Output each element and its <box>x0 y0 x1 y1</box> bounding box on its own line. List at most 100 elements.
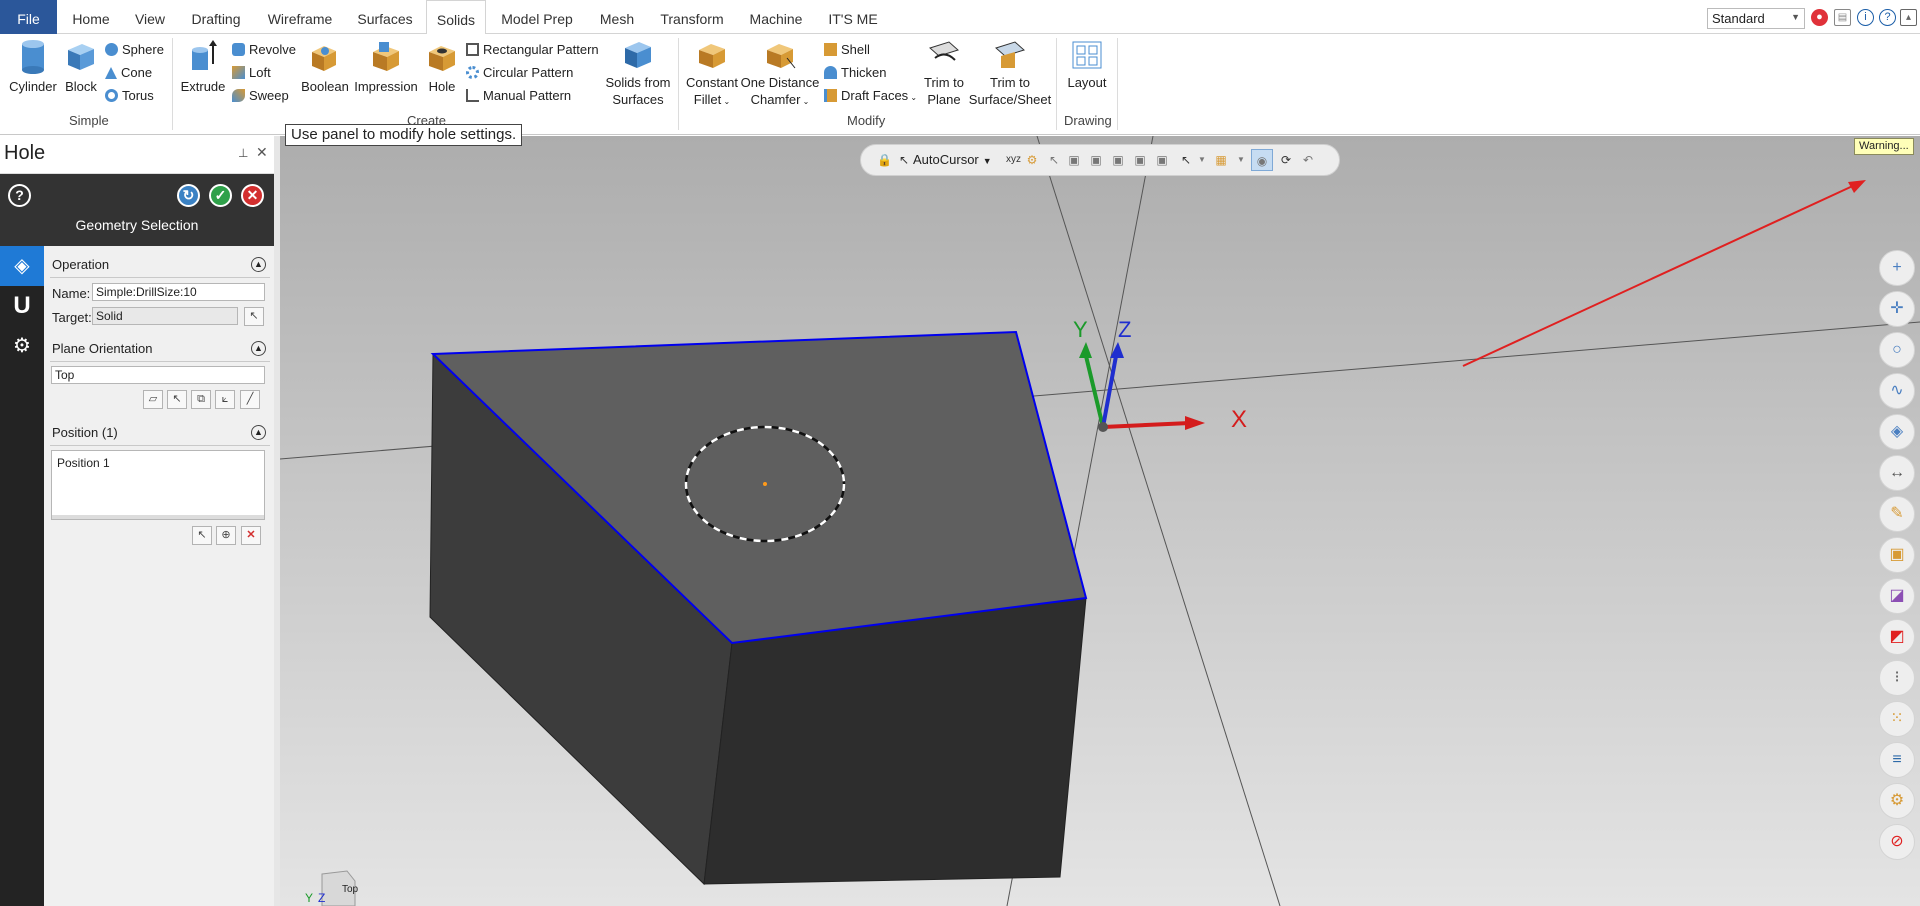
ruler-icon[interactable]: ✎ <box>1879 496 1915 532</box>
cancel-tool-icon[interactable]: ⊘ <box>1879 824 1915 860</box>
analyze-icon[interactable]: ✛ <box>1879 291 1915 327</box>
tab-its-me[interactable]: IT'S ME <box>825 0 881 34</box>
loft-button[interactable]: Loft <box>232 64 271 82</box>
tab-surfaces[interactable]: Surfaces <box>353 0 417 34</box>
graphics-viewport[interactable]: X Y Z Top Y Z 🔒 ↖ AutoCursor ▼ xyz ⚙ ↖ ▣ … <box>280 136 1920 906</box>
select-body-icon[interactable]: ▣ <box>1133 153 1147 167</box>
operation-section-header[interactable]: Operation ▲ <box>44 254 270 276</box>
name-field[interactable]: Simple:DrillSize:10 <box>92 283 265 301</box>
delete-position-icon[interactable]: ✕ <box>241 526 261 545</box>
autocursor-select[interactable]: AutoCursor ▼ <box>913 152 992 167</box>
plane-section-header[interactable]: Plane Orientation ▲ <box>44 338 270 360</box>
position-list[interactable]: Position 1 <box>51 450 265 520</box>
account-icon[interactable]: ● <box>1811 9 1828 26</box>
autocursor-settings-icon[interactable]: ⚙ <box>1025 153 1039 167</box>
shell-button[interactable]: Shell <box>824 41 870 59</box>
solids-from-surfaces-button[interactable]: Solids from Surfaces <box>602 38 674 108</box>
collapse-ribbon-icon[interactable]: ▴ <box>1900 9 1917 26</box>
thicken-button[interactable]: Thicken <box>824 64 887 82</box>
ok-icon[interactable]: ✓ <box>209 184 232 207</box>
select-target-icon[interactable]: ↖ <box>244 307 264 326</box>
select-icon[interactable]: ↖ <box>1047 153 1061 167</box>
torus-button[interactable]: Torus <box>105 87 154 105</box>
position-target-icon[interactable]: ⊕ <box>216 526 236 545</box>
target-field[interactable]: Solid <box>92 307 238 325</box>
help-icon[interactable]: ? <box>8 184 31 207</box>
gear-icon[interactable]: ⚙ <box>0 326 44 366</box>
hole-button[interactable]: Hole <box>424 38 460 95</box>
tab-drafting[interactable]: Drafting <box>185 0 247 34</box>
view-mode-select[interactable]: Standard ▼ <box>1707 8 1805 29</box>
circle-icon[interactable]: ○ <box>1879 332 1915 368</box>
curve-icon[interactable]: ∿ <box>1879 373 1915 409</box>
revolve-button[interactable]: Revolve <box>232 41 296 59</box>
plane-select-icon[interactable]: ↖ <box>167 390 187 409</box>
xyz-icon[interactable]: xyz <box>1006 153 1021 167</box>
apply-icon[interactable]: ↻ <box>177 184 200 207</box>
add-position-icon[interactable]: ↖ <box>192 526 212 545</box>
color-icon[interactable]: ◩ <box>1879 619 1915 655</box>
close-icon[interactable]: ✕ <box>256 144 268 161</box>
layout-button[interactable]: Layout <box>1064 38 1110 91</box>
select-solid-icon[interactable]: ▣ <box>1089 153 1103 167</box>
tab-mesh[interactable]: Mesh <box>594 0 640 34</box>
plane-normal-icon[interactable]: ▱ <box>143 390 163 409</box>
chevron-down-icon[interactable]: ▼ <box>1195 153 1209 167</box>
plane-axes-icon[interactable]: ⟀ <box>215 390 235 409</box>
block-front-face[interactable] <box>703 597 1087 885</box>
hole-type-icon[interactable]: U <box>0 286 44 326</box>
box-icon[interactable]: ▣ <box>1879 537 1915 573</box>
properties-icon[interactable]: ⁝ <box>1879 660 1915 696</box>
constant-fillet-button[interactable]: Constant Fillet ⌄ <box>684 38 740 110</box>
info-icon[interactable]: i <box>1857 9 1874 26</box>
collapse-icon[interactable]: ▲ <box>251 341 266 356</box>
plane-field[interactable]: Top <box>51 366 265 384</box>
scrollbar[interactable] <box>52 515 264 519</box>
tab-file[interactable]: File <box>0 0 57 34</box>
layers-icon[interactable]: ≡ <box>1879 742 1915 778</box>
tab-wireframe[interactable]: Wireframe <box>262 0 338 34</box>
help-icon[interactable]: ? <box>1879 9 1896 26</box>
one-distance-chamfer-button[interactable]: One Distance Chamfer ⌄ <box>740 38 820 110</box>
select-chain-icon[interactable]: ▣ <box>1067 153 1081 167</box>
warning-badge[interactable]: Warning... <box>1854 138 1914 155</box>
rectangular-pattern-button[interactable]: Rectangular Pattern <box>466 41 599 59</box>
level-icon[interactable]: ◪ <box>1879 578 1915 614</box>
block-button[interactable]: Block <box>60 38 102 95</box>
rotate-select-icon[interactable]: ⟳ <box>1279 153 1293 167</box>
window-select-icon[interactable]: ↖ <box>1179 153 1193 167</box>
manual-pattern-button[interactable]: Manual Pattern <box>466 87 571 105</box>
points-icon[interactable]: ⁙ <box>1879 701 1915 737</box>
hole-center-point[interactable] <box>763 482 767 486</box>
undo-select-icon[interactable]: ↶ <box>1301 153 1315 167</box>
trim-to-surface-button[interactable]: Trim to Surface/Sheet <box>968 38 1052 108</box>
sphere-button[interactable]: Sphere <box>105 41 164 59</box>
settings-icon[interactable]: ⚙ <box>1879 783 1915 819</box>
tab-model-prep[interactable]: Model Prep <box>498 0 576 34</box>
tab-machine[interactable]: Machine <box>746 0 806 34</box>
plane-copy-icon[interactable]: ⧉ <box>191 390 211 409</box>
pin-icon[interactable]: ⊥ <box>238 146 248 160</box>
sweep-button[interactable]: Sweep <box>232 87 289 105</box>
list-item[interactable]: Position 1 <box>52 451 264 475</box>
cursor-icon[interactable]: ↖ <box>897 153 911 167</box>
select-edge-icon[interactable]: ▣ <box>1155 153 1169 167</box>
cylinder-button[interactable]: Cylinder <box>8 38 58 95</box>
plane-line-icon[interactable]: ╱ <box>240 390 260 409</box>
collapse-icon[interactable]: ▲ <box>251 257 266 272</box>
boolean-button[interactable]: Boolean <box>298 38 352 95</box>
tab-solids[interactable]: Solids <box>426 0 486 35</box>
geometry-selection-icon[interactable]: ◈ <box>0 246 44 286</box>
position-section-header[interactable]: Position (1) ▲ <box>44 422 270 444</box>
draft-faces-button[interactable]: Draft Faces ⌄ <box>824 87 917 105</box>
trim-to-plane-button[interactable]: Trim to Plane <box>918 38 970 108</box>
chevron-down-icon[interactable]: ▼ <box>1234 153 1248 167</box>
select-face-icon[interactable]: ▣ <box>1111 153 1125 167</box>
feedback-icon[interactable]: ▤ <box>1834 9 1851 26</box>
tab-transform[interactable]: Transform <box>657 0 727 34</box>
verify-selection-icon[interactable]: ◉ <box>1251 149 1273 171</box>
collapse-icon[interactable]: ▲ <box>251 425 266 440</box>
cone-button[interactable]: Cone <box>105 64 152 82</box>
selection-filter-icon[interactable]: ▦ <box>1214 153 1228 167</box>
extrude-button[interactable]: Extrude <box>178 38 228 95</box>
